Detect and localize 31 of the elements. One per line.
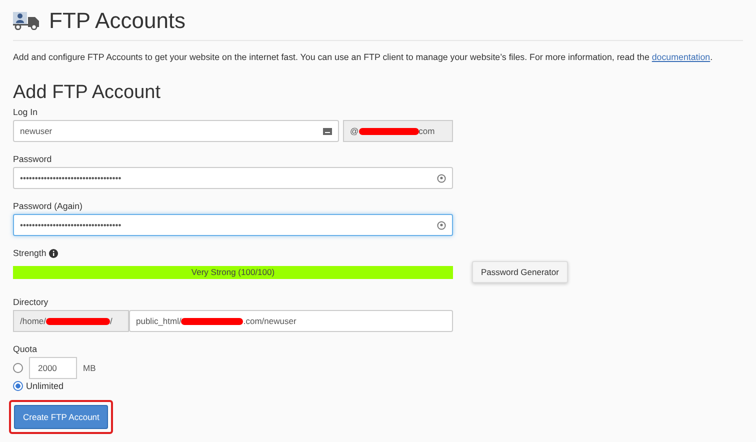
field-label: Log In: [13, 107, 38, 117]
radio-button[interactable]: [13, 363, 23, 373]
documentation-link[interactable]: documentation: [652, 52, 710, 62]
redaction-mark: [358, 128, 419, 134]
login-field[interactable]: newuser: [13, 120, 339, 142]
password-generator-button[interactable]: Password Generator: [472, 261, 568, 283]
password-field[interactable]: ••••••••••••••••••••••••••••••••••: [13, 214, 453, 236]
field-label: Strength: [13, 248, 743, 258]
keyboard-icon: [323, 128, 332, 134]
password-field[interactable]: ••••••••••••••••••••••••••••••••••: [13, 167, 453, 189]
radio-label: Unlimited: [26, 381, 64, 391]
field-label: Password: [13, 154, 53, 164]
field-label: Directory: [13, 297, 50, 307]
page-title: FTP Accounts: [49, 8, 186, 34]
path-slash: /: [110, 316, 112, 326]
unit-label: MB: [83, 363, 96, 373]
home-path: /home/: [20, 316, 46, 326]
intro-text: Add and configure FTP Accounts to get your website on the internet fast. You can use an FTP client to manage your website’s files. For more information, read the documentation.: [13, 52, 714, 62]
directory-field[interactable]: public_html/ .com/newuser: [129, 310, 453, 332]
quota-field[interactable]: 2000: [29, 357, 77, 379]
field-label: Password (Again): [13, 201, 84, 211]
at-sign: @: [350, 126, 359, 136]
redaction-mark: [46, 318, 110, 324]
redaction-mark: [181, 318, 244, 324]
domain-suffix: com: [418, 126, 435, 136]
radio-button[interactable]: [13, 381, 23, 391]
create-account-button[interactable]: Create FTP Account: [14, 405, 108, 429]
section-title: Add FTP Account: [13, 82, 162, 104]
field-label: Quota: [13, 344, 38, 354]
strength-reading: Very Strong (100/100): [190, 266, 276, 278]
info-icon[interactable]: [49, 248, 58, 258]
